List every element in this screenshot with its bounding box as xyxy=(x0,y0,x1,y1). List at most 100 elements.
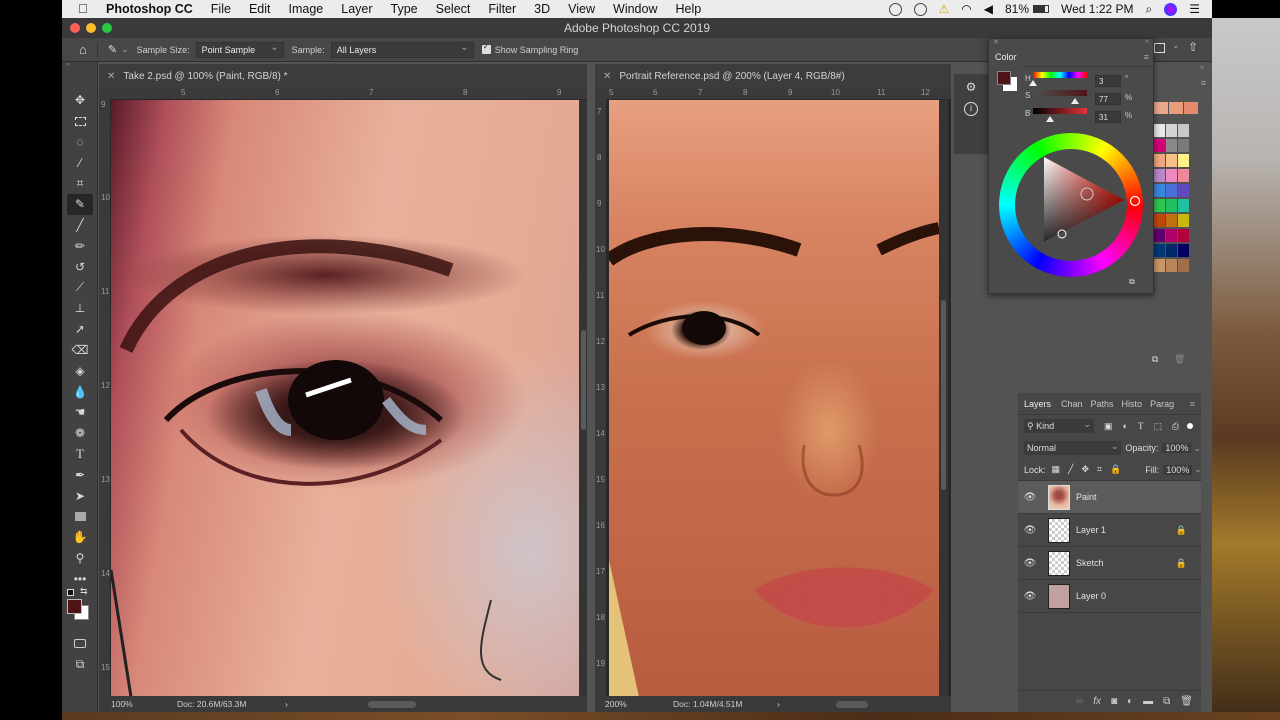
recent-swatch[interactable] xyxy=(1169,102,1183,114)
zoom-tool[interactable]: ⚲ xyxy=(62,548,98,569)
home-icon[interactable]: ⌂ xyxy=(79,42,87,57)
mixer-brush-tool[interactable]: ⟋ xyxy=(62,277,98,298)
record-icon[interactable] xyxy=(888,2,902,16)
blur-tool[interactable]: 💧 xyxy=(62,381,98,402)
color-swatch[interactable] xyxy=(1154,154,1165,167)
magic-wand-tool[interactable]: ⁄ xyxy=(62,152,98,173)
menu-filter[interactable]: Filter xyxy=(488,2,516,16)
notification-center-icon[interactable]: ☰ xyxy=(1189,2,1200,16)
lock-image-icon[interactable]: ╱ xyxy=(1068,464,1073,475)
foreground-color-chip[interactable] xyxy=(67,599,82,615)
horizontal-scrollbar-thumb[interactable] xyxy=(367,700,416,708)
eraser-tool[interactable]: ⌫ xyxy=(62,340,98,361)
siri-icon[interactable] xyxy=(1164,2,1178,16)
scrollbar-thumb[interactable] xyxy=(581,330,586,430)
visibility-eye-icon[interactable]: 👁 xyxy=(1018,558,1042,569)
opacity-input[interactable]: 100% xyxy=(1162,443,1192,453)
tab-paths[interactable]: Paths xyxy=(1087,399,1118,409)
move-tool[interactable]: ✥ xyxy=(62,90,98,111)
path-selection-tool[interactable]: ➤ xyxy=(62,485,98,506)
pen-tool[interactable]: ✒ xyxy=(62,464,98,485)
clock[interactable]: Wed 1:22 PM xyxy=(1061,2,1133,16)
layer-name[interactable]: Layer 1 xyxy=(1076,525,1106,535)
menu-type[interactable]: Type xyxy=(391,2,418,16)
layers-panel-menu-icon[interactable]: ≡ xyxy=(1190,399,1195,409)
color-swatch[interactable] xyxy=(1154,139,1165,152)
layer-name[interactable]: Sketch xyxy=(1076,558,1104,568)
horizontal-scrollbar-thumb[interactable] xyxy=(835,700,868,708)
eyedropper-preset-icon[interactable]: ✎ xyxy=(108,43,117,56)
layer-row-paint[interactable]: 👁 Paint xyxy=(1018,481,1201,514)
menu-window[interactable]: Window xyxy=(613,2,657,16)
menu-edit[interactable]: Edit xyxy=(249,2,271,16)
document-tab[interactable]: ✕ Portrait Reference.psd @ 200% (Layer 4… xyxy=(595,64,951,88)
opacity-dropdown-icon[interactable]: ⌄ xyxy=(1193,443,1201,454)
layer-lock-icon[interactable]: 🔒 xyxy=(1176,558,1187,569)
properties-icon[interactable]: ⚙ xyxy=(954,80,988,94)
filter-pixel-icon[interactable]: ▣ xyxy=(1104,421,1113,432)
apple-menu-icon[interactable]:  xyxy=(78,2,92,16)
color-swatch[interactable] xyxy=(1154,244,1165,257)
healing-tool[interactable]: ➚ xyxy=(62,319,98,340)
new-layer-icon[interactable]: ⧉ xyxy=(1163,696,1170,707)
rectangle-tool[interactable] xyxy=(62,506,98,527)
doc-size[interactable]: Doc: 20.6M/63.3M xyxy=(177,699,285,709)
battery-icon[interactable] xyxy=(1033,5,1050,13)
status-menu-arrow[interactable]: › xyxy=(777,699,780,709)
color-swatch[interactable] xyxy=(1178,124,1189,137)
layer-row-sketch[interactable]: 👁 Sketch 🔒 xyxy=(1018,547,1201,580)
layer-name[interactable]: Layer 0 xyxy=(1076,591,1106,601)
color-swatch[interactable] xyxy=(1154,124,1165,137)
filter-toggle[interactable] xyxy=(1187,423,1194,429)
hand-tool[interactable]: ✋ xyxy=(62,527,98,548)
sample-size-select[interactable]: Point Sample xyxy=(195,40,284,58)
color-swatch[interactable] xyxy=(1166,139,1177,152)
link-layers-icon[interactable]: ∞ xyxy=(1076,696,1083,707)
color-panel-resize-icon[interactable]: ⧉ xyxy=(1129,277,1135,287)
vertical-ruler[interactable]: 7 8 9 10 11 12 13 14 15 16 17 18 19 xyxy=(595,99,606,696)
color-swatch[interactable] xyxy=(1178,184,1189,197)
close-tab-icon[interactable]: ✕ xyxy=(107,71,115,82)
filter-adjustment-icon[interactable]: ◐ xyxy=(1123,421,1128,431)
recent-swatch[interactable] xyxy=(1184,102,1198,114)
dock-menu-icon[interactable]: ≡ xyxy=(1201,78,1206,88)
menu-image[interactable]: Image xyxy=(289,2,324,16)
color-swatch[interactable] xyxy=(1166,244,1177,257)
eyedropper-tool[interactable]: ✎ xyxy=(67,193,93,215)
dock-collapse-handle[interactable]: » xyxy=(1200,64,1204,71)
color-swatch[interactable] xyxy=(1166,184,1177,197)
brush-tool[interactable]: ╱ xyxy=(62,215,98,236)
screen-mode-button[interactable]: ⧉ xyxy=(62,654,98,675)
visibility-eye-icon[interactable]: 👁 xyxy=(1018,492,1042,503)
delete-swatch-icon[interactable]: 🗑 xyxy=(1174,354,1185,365)
app-menu[interactable]: Photoshop CC xyxy=(106,2,193,16)
lock-transparent-icon[interactable]: ▦ xyxy=(1052,464,1061,475)
color-swatch[interactable] xyxy=(1166,199,1177,212)
filter-smart-object-icon[interactable]: ⎙ xyxy=(1172,421,1179,432)
color-swatch[interactable] xyxy=(1154,229,1165,242)
color-swatch[interactable] xyxy=(1166,214,1177,227)
crop-tool[interactable]: ⌗ xyxy=(62,173,98,194)
color-swatch[interactable] xyxy=(1154,259,1165,272)
paint-bucket-tool[interactable]: ◈ xyxy=(62,360,98,381)
color-swatch[interactable] xyxy=(1154,214,1165,227)
fill-input[interactable]: 100% xyxy=(1163,464,1193,475)
visibility-eye-icon[interactable]: 👁 xyxy=(1018,591,1042,602)
adjustment-layer-icon[interactable]: ◐ xyxy=(1127,696,1133,707)
workspace-icon[interactable] xyxy=(1154,43,1165,53)
color-swatch[interactable] xyxy=(1178,214,1189,227)
default-colors-icon[interactable] xyxy=(67,589,74,597)
document-tab[interactable]: ✕ Take 2.psd @ 100% (Paint, RGB/8) * xyxy=(99,64,587,88)
layer-name[interactable]: Paint xyxy=(1076,492,1097,502)
chevron-down-icon[interactable]: ⌄ xyxy=(121,44,129,55)
new-swatch-icon[interactable]: ⧉ xyxy=(1152,354,1158,365)
color-swatch[interactable] xyxy=(1178,139,1189,152)
color-swatch[interactable] xyxy=(1178,244,1189,257)
zoom-level[interactable]: 200% xyxy=(605,699,673,709)
color-swatch[interactable] xyxy=(1178,259,1189,272)
type-tool[interactable]: T xyxy=(62,444,98,465)
vertical-ruler[interactable]: 9 10 11 12 13 14 15 xyxy=(99,99,110,696)
info-icon[interactable]: i xyxy=(964,102,978,116)
color-swatch[interactable] xyxy=(1166,154,1177,167)
color-swatch[interactable] xyxy=(1178,199,1189,212)
